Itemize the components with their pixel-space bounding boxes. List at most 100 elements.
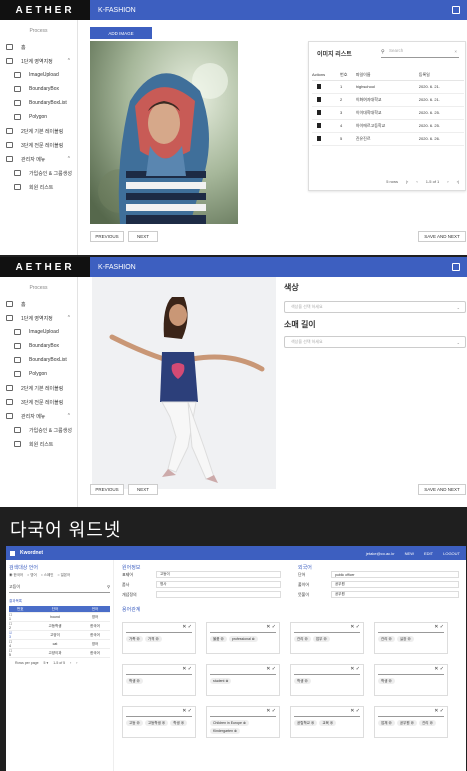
sidebar-item-step3[interactable]: 3단계 전문 레이블링	[0, 395, 77, 409]
relation-box[interactable]: ✕ ✓ 학생 ⊗	[122, 664, 196, 696]
save-and-next-button[interactable]: SAVE AND NEXT	[418, 484, 466, 495]
foreign-word-field[interactable]: public officer	[331, 571, 459, 578]
logout-link[interactable]: LOGOUT	[443, 551, 460, 556]
sidebar-item-boundarybox[interactable]: BoundaryBox	[0, 339, 77, 353]
add-image-button[interactable]: ADD IMAGE	[90, 27, 152, 39]
translation-field[interactable]: 공무원	[331, 581, 459, 588]
sidebar-item-boundarybox[interactable]: BoundaryBox	[0, 82, 77, 96]
sidebar-item-step1[interactable]: 1단계 영역지정 ⌃	[0, 311, 77, 325]
definition-field[interactable]	[156, 591, 281, 598]
relation-chip[interactable]: 교육 ⊗	[319, 720, 337, 726]
sidebar-item-admin[interactable]: 관리자 메뉴 ⌃	[0, 409, 77, 423]
meaning-field[interactable]: 공무원	[331, 591, 459, 598]
sidebar-item-admin[interactable]: 관리자 메뉴 ⌃	[0, 152, 77, 166]
relation-actions-icon[interactable]: ✕ ✓	[434, 666, 444, 672]
table-row[interactable]: ☐ 1 hound 영어	[9, 613, 110, 622]
previous-button[interactable]: PREVIOUS	[90, 484, 124, 495]
relation-box[interactable]: ✕ ✓ 학생 ⊗	[290, 664, 364, 696]
relation-box[interactable]: ✕ ✓ 학생 ⊗	[374, 664, 448, 696]
relation-chip[interactable]: 물품 ⊗	[210, 636, 227, 642]
color-select[interactable]: 색상을 선택 하세요 ⌄	[284, 301, 466, 313]
previous-button[interactable]: PREVIOUS	[90, 231, 124, 242]
sidebar-item-imageupload[interactable]: ImageUpload	[0, 68, 77, 82]
clear-icon[interactable]: ×	[454, 49, 457, 54]
relation-box[interactable]: ✕ ✓ 업체 ⊗ 공무원 ⊗ 관리 ⊗	[374, 706, 448, 738]
sidebar-item-step1[interactable]: 1단계 영역지정 ⌃	[0, 54, 77, 68]
edit-link[interactable]: EDIT	[424, 551, 433, 556]
next-button[interactable]: NEXT	[128, 484, 158, 495]
relation-box[interactable]: ✕ ✓ 공립학교 ⊗ 교육 ⊗	[290, 706, 364, 738]
trash-icon[interactable]	[317, 122, 321, 128]
relation-chip[interactable]: 고등 ⊗	[126, 720, 143, 726]
exit-icon[interactable]	[452, 263, 460, 271]
save-and-next-button[interactable]: SAVE AND NEXT	[418, 231, 466, 242]
next-page-icon[interactable]: ›	[76, 661, 77, 665]
relation-chip[interactable]: 관리 ⊗	[419, 720, 436, 726]
relation-box[interactable]: ✕ ✓ 물품 ⊗ professional ⊗	[206, 622, 280, 654]
relation-chip[interactable]: 가격 ⊗	[144, 636, 162, 642]
sidebar-item-boundaryboxlist[interactable]: BoundaryBoxList	[0, 96, 77, 110]
prev-page-icon[interactable]: ‹	[70, 661, 71, 665]
table-row[interactable]: ☐ 5 고양이과 한국어	[9, 649, 110, 658]
next-button[interactable]: NEXT	[128, 231, 158, 242]
relation-chip[interactable]: Kindergarten ⊗	[210, 728, 240, 734]
relation-box[interactable]: ✕ ✓ student ⊗	[206, 664, 280, 696]
relation-chip[interactable]: 업무 ⊗	[312, 636, 330, 642]
word-search-input[interactable]: 고등이 ⚲	[9, 584, 110, 593]
relation-chip[interactable]: 가족 ⊗	[126, 636, 143, 642]
relation-chip[interactable]: 학생 ⊗	[294, 678, 311, 684]
labeling-photo[interactable]	[92, 277, 276, 489]
radio-japanese[interactable]: ○ 일본어	[57, 573, 70, 578]
relation-actions-icon[interactable]: ✕ ✓	[350, 624, 360, 630]
sidebar-item-approval[interactable]: 가입승인 & 그룹생성	[0, 423, 77, 437]
relation-box[interactable]: ✕ ✓ 관리 ⊗ 업무 ⊗	[290, 622, 364, 654]
table-row[interactable]: 3 이이대학대학교 2020. 6. 25.	[312, 106, 464, 120]
relation-actions-icon[interactable]: ✕ ✓	[266, 708, 276, 714]
relation-actions-icon[interactable]: ✕ ✓	[350, 708, 360, 714]
relation-chip[interactable]: Children in Europe ⊗	[210, 720, 249, 726]
relation-actions-icon[interactable]: ✕ ✓	[182, 708, 192, 714]
relation-actions-icon[interactable]: ✕ ✓	[182, 624, 192, 630]
relation-box[interactable]: ✕ ✓ 가족 ⊗ 가격 ⊗	[122, 622, 196, 654]
sleeve-length-select[interactable]: 색상을 선택 하세요 ⌄	[284, 336, 466, 348]
table-row[interactable]: ☐ 4 cat 영어	[9, 640, 110, 649]
new-link[interactable]: NEW	[405, 551, 414, 556]
relation-chip[interactable]: 학생 ⊗	[126, 678, 143, 684]
relation-chip[interactable]: 관리 ⊗	[294, 636, 311, 642]
uploaded-photo[interactable]	[90, 41, 238, 224]
sidebar-item-home[interactable]: 홈	[0, 40, 77, 54]
trash-icon[interactable]	[317, 96, 321, 102]
relation-actions-icon[interactable]: ✕ ✓	[434, 624, 444, 630]
radio-korean[interactable]: ◉ 한국어	[9, 573, 23, 578]
sidebar-item-step2[interactable]: 2단계 기본 레이블링	[0, 381, 77, 395]
sidebar-item-home[interactable]: 홈	[0, 297, 77, 311]
radio-english[interactable]: ○ 영어	[27, 573, 37, 578]
trash-icon[interactable]	[317, 135, 321, 141]
relation-box[interactable]: ✕ ✓ 고등 ⊗ 고등학생 ⊗ 학생 ⊗	[122, 706, 196, 738]
table-row[interactable]: 4 아이에르고등학교 2020. 6. 25.	[312, 119, 464, 133]
relation-chip[interactable]: 업체 ⊗	[378, 720, 395, 726]
headword-field[interactable]: 고등이	[156, 571, 281, 578]
rows-per-page-select[interactable]: 5 ▾	[44, 661, 49, 665]
relation-chip[interactable]: 공무원 ⊗	[396, 720, 418, 726]
sidebar-item-boundaryboxlist[interactable]: BoundaryBoxList	[0, 353, 77, 367]
relation-actions-icon[interactable]: ✕ ✓	[266, 666, 276, 672]
relation-actions-icon[interactable]: ✕ ✓	[350, 666, 360, 672]
table-row[interactable]: 2 이화여자대학교 2020. 6. 21.	[312, 93, 464, 107]
trash-icon[interactable]	[317, 83, 321, 89]
sidebar-item-imageupload[interactable]: ImageUpload	[0, 325, 77, 339]
prev-page-icon[interactable]: ‹	[416, 179, 417, 184]
sidebar-item-approval[interactable]: 가입승인 & 그룹생성	[0, 166, 77, 180]
search-input[interactable]: ⚲ Search ×	[381, 48, 459, 58]
sidebar-item-step3[interactable]: 3단계 전문 레이블링	[0, 138, 77, 152]
sidebar-item-polygon[interactable]: Polygon	[0, 110, 77, 124]
relation-chip[interactable]: student ⊗	[210, 678, 232, 684]
relation-chip[interactable]: 실장 ⊗	[396, 636, 414, 642]
last-page-icon[interactable]: ›|	[457, 179, 459, 184]
table-row[interactable]: 1 highschool 2020. 6. 21.	[312, 80, 464, 94]
sidebar-item-step2[interactable]: 2단계 기본 레이블링	[0, 124, 77, 138]
rows-per-page-select[interactable]: 5 rows	[386, 179, 398, 184]
table-row[interactable]: ☐ 2 고등학생 한국어	[9, 622, 110, 631]
radio-spanish[interactable]: ○ 스페인	[41, 573, 54, 578]
relation-actions-icon[interactable]: ✕ ✓	[434, 708, 444, 714]
